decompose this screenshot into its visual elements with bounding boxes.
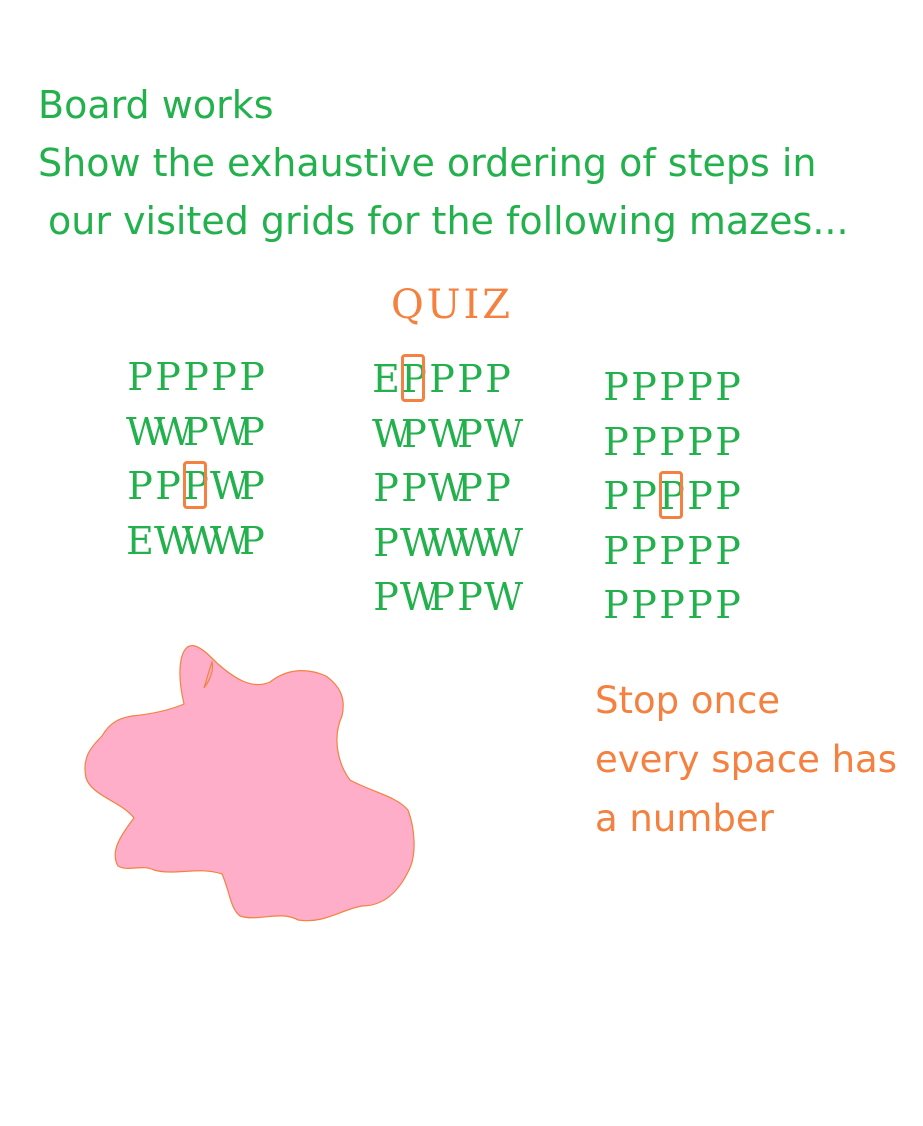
maze-cell: P — [183, 409, 209, 454]
maze-cell: W — [210, 464, 250, 508]
pink-blob-shape — [84, 645, 415, 922]
maze-row: PWWWW — [372, 516, 524, 571]
maze-row: PPPPP — [602, 524, 742, 579]
maze-row: WPWPW — [372, 407, 524, 462]
maze-cell: P — [239, 518, 265, 563]
maze-3: PPPPP PPPPP PPPPP PPPPP PPPPP — [602, 360, 742, 633]
maze-cell: P — [457, 357, 483, 401]
maze-cell: P — [659, 583, 685, 627]
note-line-2: every space has — [595, 738, 897, 781]
maze-cell: P — [127, 355, 153, 399]
maze-cell: P — [485, 357, 511, 401]
maze-cell: W — [182, 518, 222, 563]
maze-cell: P — [239, 464, 265, 508]
maze-row: PPPWP — [126, 459, 266, 514]
maze-cell: P — [687, 583, 713, 627]
maze-row: PPWPP — [372, 461, 512, 516]
maze-cell: P — [687, 365, 713, 409]
maze-cell: P — [429, 575, 455, 619]
heading-line-2: Show the exhaustive ordering of steps in — [38, 141, 817, 185]
maze-cell: P — [687, 419, 713, 464]
maze-row: PPPPP — [602, 469, 742, 524]
maze-cell: P — [211, 355, 237, 399]
maze-cell: W — [210, 518, 250, 563]
maze-cell: P — [631, 528, 657, 573]
maze-cell: W — [154, 409, 194, 454]
note-line-1: Stop once — [595, 679, 781, 722]
maze-start-cell: P — [182, 459, 210, 514]
maze-cell: W — [154, 518, 194, 563]
maze-cell: P — [457, 411, 483, 456]
maze-cell: P — [715, 474, 741, 518]
maze-row: PPPPP — [602, 578, 742, 633]
maze-start-cell: P — [658, 469, 686, 524]
maze-cell: P — [603, 528, 629, 573]
maze-cell: P — [373, 520, 399, 565]
maze-cell: W — [484, 575, 524, 619]
maze-cell: P — [155, 464, 181, 508]
heading-line-1: Board works — [38, 83, 274, 127]
maze-cell: P — [631, 365, 657, 409]
maze-cell: W — [456, 520, 496, 565]
maze-cell: P — [239, 355, 265, 399]
maze-row: EPPPP — [372, 352, 512, 407]
maze-cell: P — [715, 528, 741, 573]
maze-row: EWWWP — [126, 514, 266, 569]
maze-cell: P — [715, 419, 741, 464]
maze-cell: W — [372, 411, 412, 456]
maze-cell: W — [428, 466, 468, 510]
maze-1: PPPPP WWPWP PPPWP EWWWP — [126, 350, 266, 568]
maze-row: PWPPW — [372, 570, 524, 625]
maze-cell: P — [401, 466, 427, 510]
maze-2: EPPPP WPWPW PPWPP PWWWW PWPPW — [372, 352, 524, 625]
maze-cell: P — [127, 464, 153, 508]
maze-cell: P — [603, 583, 629, 627]
maze-cell: P — [687, 474, 713, 518]
maze-cell: P — [239, 409, 265, 454]
maze-row: PPPPP — [126, 350, 266, 405]
maze-cell: P — [659, 419, 685, 464]
maze-cell: P — [457, 575, 483, 619]
heading-line-3: our visited grids for the following maze… — [48, 199, 849, 243]
maze-cell: P — [631, 474, 657, 518]
maze-row: PPPPP — [602, 415, 742, 470]
maze-cell: P — [373, 466, 399, 510]
maze-cell: W — [126, 409, 166, 454]
maze-cell: W — [484, 520, 524, 565]
maze-cell: W — [210, 409, 250, 454]
maze-cell: P — [715, 583, 741, 627]
maze-cell: P — [603, 419, 629, 464]
maze-cell: P — [603, 365, 629, 409]
maze-cell: W — [428, 411, 468, 456]
maze-cell: W — [400, 520, 440, 565]
maze-cell: W — [400, 575, 440, 619]
maze-cell: P — [457, 466, 483, 510]
maze-cell: P — [401, 411, 427, 456]
maze-cell: P — [155, 355, 181, 399]
maze-cell: P — [687, 528, 713, 573]
maze-cell: P — [429, 357, 455, 401]
maze-row: PPPPP — [602, 360, 742, 415]
maze-cell: E — [372, 357, 400, 401]
instruction-note: Stop once every space has a number — [595, 671, 897, 848]
maze-cell: E — [126, 518, 154, 563]
maze-cell: P — [603, 474, 629, 518]
maze-cell: P — [659, 365, 685, 409]
maze-cell: W — [484, 411, 524, 456]
maze-cell: P — [183, 355, 209, 399]
maze-start-cell: P — [400, 352, 428, 407]
maze-cell: W — [428, 520, 468, 565]
note-line-3: a number — [595, 797, 774, 840]
quiz-label: QUIZ — [391, 282, 514, 328]
maze-cell: P — [631, 419, 657, 464]
maze-row: WWPWP — [126, 405, 266, 460]
maze-cell: P — [373, 575, 399, 619]
maze-cell: P — [485, 466, 511, 510]
maze-cell: P — [659, 528, 685, 573]
maze-cell: P — [715, 365, 741, 409]
maze-cell: P — [631, 583, 657, 627]
